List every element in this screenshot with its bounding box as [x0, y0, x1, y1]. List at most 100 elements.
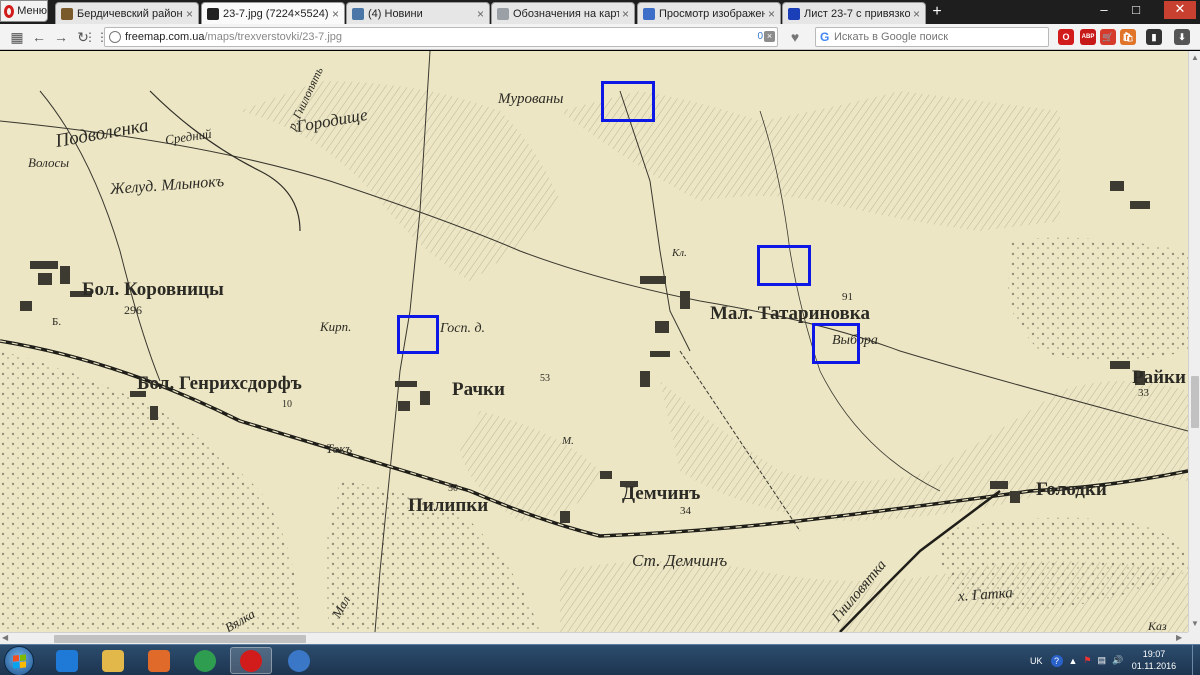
tray-expand-icon[interactable]: ▲	[1069, 656, 1078, 666]
vertical-scroll-thumb[interactable]	[1191, 376, 1199, 428]
internet-explorer-icon	[56, 649, 78, 672]
image-viewport[interactable]: Мурованы Подволенка Средний Городище р. Гнил…	[0, 51, 1188, 632]
opera-logo-icon	[4, 4, 15, 18]
map-label: Пилипки	[408, 495, 489, 516]
map-label: Мал. Татариновка	[710, 303, 870, 324]
map-label: Рачки	[452, 379, 505, 400]
search-box[interactable]: G	[815, 27, 1049, 47]
tab-title: Просмотр изображения	[659, 7, 765, 20]
apps-grid-icon[interactable]: ⋮⋮	[84, 28, 108, 46]
start-button[interactable]	[4, 646, 34, 675]
highlight-marker-vybora	[812, 323, 860, 364]
tab-favicon-icon	[207, 7, 219, 20]
forward-arrow-icon[interactable]: →	[52, 28, 70, 46]
bookmark-heart-icon[interactable]: ♥	[786, 28, 804, 46]
map-label: Голодки	[1036, 479, 1107, 500]
highlight-marker-kl	[757, 245, 811, 286]
browser-tab[interactable]: Просмотр изображения×	[637, 2, 781, 24]
opera-icon[interactable]: O	[1058, 29, 1074, 45]
speed-dial-grid-icon[interactable]: ▦	[8, 28, 26, 46]
opera-menu-button[interactable]: Меню	[0, 0, 48, 22]
language-indicator[interactable]: UK	[1030, 656, 1043, 666]
search-input[interactable]	[834, 30, 1044, 44]
tab-title: (4) Новини	[368, 7, 423, 20]
download-icon[interactable]: ⬇	[1174, 29, 1190, 45]
taskbar-app-google-earth[interactable]	[278, 647, 320, 674]
close-window-button[interactable]: ✕	[1164, 1, 1196, 19]
scroll-down-arrow-icon[interactable]: ▼	[1191, 619, 1199, 628]
taskbar-app-media-player[interactable]	[138, 647, 180, 674]
media-player-icon	[148, 649, 170, 672]
map-label: Кирп.	[320, 319, 352, 334]
tab-favicon-icon	[352, 7, 364, 20]
highlight-marker-gosp	[397, 315, 439, 354]
tab-favicon-icon	[61, 7, 73, 20]
horizontal-scrollbar[interactable]: ◀ ▶	[0, 632, 1188, 644]
clear-url-icon[interactable]: ×	[764, 31, 775, 42]
map-label: Б.	[52, 316, 62, 328]
scroll-right-arrow-icon[interactable]: ▶	[1176, 633, 1182, 642]
browser-tab[interactable]: Обозначения на картах×	[491, 2, 635, 24]
map-label: 10	[282, 399, 292, 410]
tab-close-icon[interactable]: ×	[768, 7, 775, 21]
taskbar-app-file-explorer[interactable]	[92, 647, 134, 674]
map-label: 33	[1138, 387, 1149, 399]
chrome-icon	[194, 649, 216, 672]
taskbar-app-internet-explorer[interactable]	[46, 647, 88, 674]
horizontal-scroll-thumb[interactable]	[54, 635, 306, 643]
browser-tab[interactable]: (4) Новини ×	[346, 2, 490, 24]
adblock-icon[interactable]: ABP	[1080, 29, 1096, 45]
scrollbar-corner	[1188, 632, 1200, 644]
map-label: Бол. Генрихсдорфъ	[137, 373, 302, 394]
highlight-marker-murovany	[601, 81, 655, 122]
map-label: Госп. д.	[440, 321, 486, 336]
discover-badge: 0	[757, 31, 763, 42]
maximize-button[interactable]: □	[1124, 2, 1148, 17]
show-desktop-button[interactable]	[1192, 645, 1200, 675]
browser-tab[interactable]: Бердичевский район ×	[55, 2, 199, 24]
address-bar[interactable]: freemap.com.ua/maps/trexverstovki/23-7.j…	[104, 27, 778, 47]
scroll-up-arrow-icon[interactable]: ▲	[1191, 53, 1199, 62]
browser-tab[interactable]: 23-7.jpg (7224×5524) ×	[201, 2, 345, 24]
help-icon[interactable]: ?	[1050, 654, 1063, 667]
file-explorer-icon	[102, 649, 124, 672]
scroll-left-arrow-icon[interactable]: ◀	[2, 633, 8, 642]
basket-icon[interactable]: 🛍	[1120, 29, 1136, 45]
cart-icon[interactable]: 🛒	[1100, 29, 1116, 45]
tab-title: Бердичевский район	[77, 7, 183, 20]
url-text[interactable]: freemap.com.ua/maps/trexverstovki/23-7.j…	[125, 31, 342, 43]
tab-close-icon[interactable]: ×	[913, 7, 920, 21]
tab-close-icon[interactable]: ×	[186, 7, 193, 21]
browser-tab[interactable]: Лист 23-7 с привязкой, Ж×	[782, 2, 926, 24]
minimize-button[interactable]: –	[1092, 2, 1116, 17]
tab-bar: Меню Бердичевский район × 23-7.jpg (7224×5…	[0, 0, 1200, 24]
system-clock[interactable]: 19:07 01.11.2016	[1122, 648, 1186, 672]
tab-favicon-icon	[788, 7, 800, 20]
map-label: Бол. Коровницы	[82, 279, 224, 300]
network-flag-icon[interactable]: ⚑	[1083, 655, 1091, 666]
map-label: М.	[562, 435, 574, 447]
back-arrow-icon[interactable]: ←	[30, 28, 48, 46]
vertical-scrollbar[interactable]: ▲ ▼	[1188, 51, 1200, 632]
tab-close-icon[interactable]: ×	[332, 7, 339, 21]
forest-area	[1008, 237, 1188, 361]
tab-close-icon[interactable]: ×	[622, 7, 629, 21]
map-label: 53	[540, 373, 550, 384]
tab-close-icon[interactable]: ×	[477, 7, 484, 21]
taskbar-app-opera[interactable]	[230, 647, 272, 674]
taskbar-app-chrome[interactable]	[184, 647, 226, 674]
google-icon: G	[820, 30, 830, 44]
network-icon[interactable]: ▤	[1098, 655, 1107, 666]
navigation-bar: ▦ ← → ↻ ⋮⋮ freemap.com.ua/maps/trexverst…	[0, 24, 1200, 50]
tab-favicon-icon	[643, 7, 655, 20]
globe-icon	[109, 31, 121, 43]
map-label: Волосы	[28, 155, 70, 170]
map-label: Демчинъ	[622, 483, 701, 504]
map-label: Мурованы	[498, 91, 564, 107]
map-label: Токъ	[326, 441, 353, 456]
new-tab-button[interactable]: +	[929, 3, 945, 21]
windows-logo-icon	[13, 654, 26, 669]
opera-icon	[240, 649, 262, 672]
phone-icon[interactable]: ▮	[1146, 29, 1162, 45]
tab-favicon-icon	[497, 7, 509, 20]
